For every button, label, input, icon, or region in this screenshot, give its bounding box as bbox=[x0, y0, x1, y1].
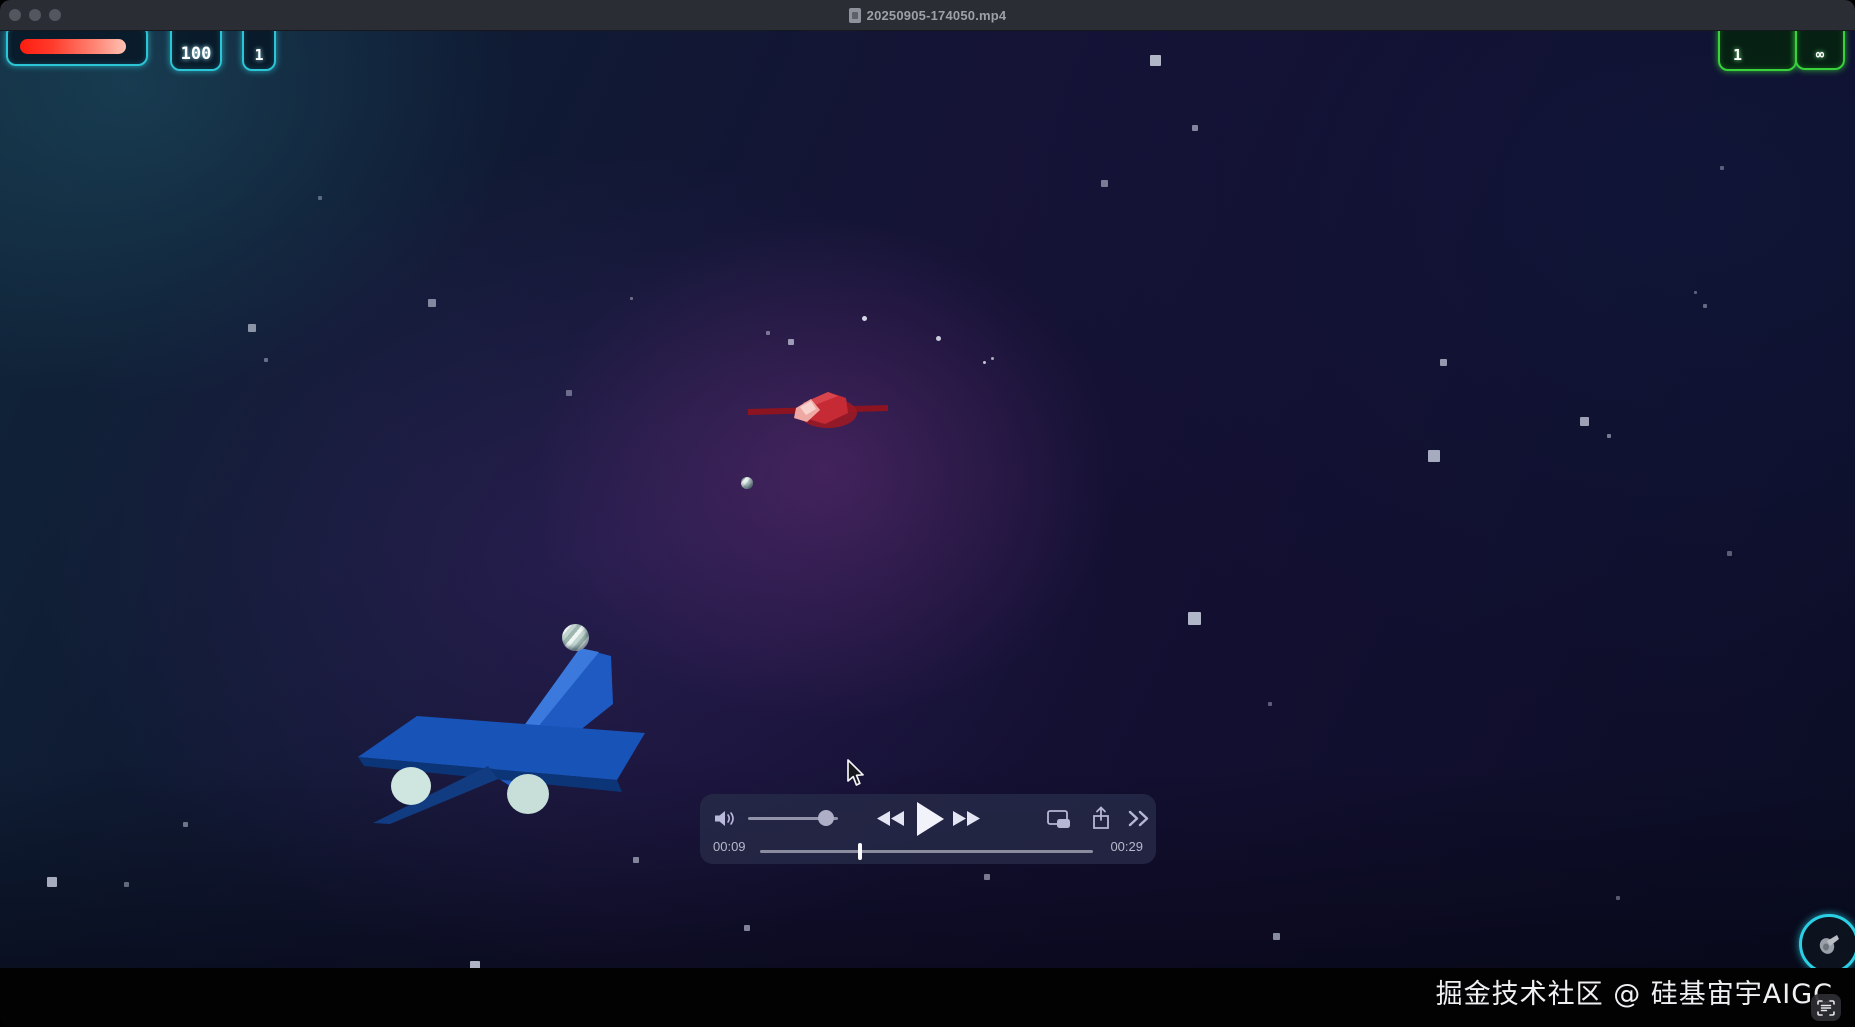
app-window: 20250905-174050.mp4 bbox=[0, 0, 1855, 1027]
striped-ball-small bbox=[741, 477, 753, 489]
playhead[interactable] bbox=[858, 843, 862, 860]
star bbox=[1727, 551, 1732, 556]
volume-slider[interactable] bbox=[748, 817, 838, 820]
enemy-red-plane bbox=[748, 385, 888, 433]
star bbox=[1428, 450, 1440, 462]
seek-bar[interactable] bbox=[760, 850, 1093, 853]
star bbox=[124, 882, 129, 887]
star bbox=[1268, 702, 1272, 706]
star bbox=[983, 361, 986, 364]
rewind-icon[interactable] bbox=[877, 811, 904, 826]
star bbox=[566, 390, 572, 396]
star bbox=[1580, 417, 1589, 426]
star bbox=[1273, 933, 1280, 940]
scan-text-icon bbox=[1817, 1000, 1835, 1016]
star bbox=[1440, 359, 1447, 366]
star bbox=[862, 316, 867, 321]
striped-ball-large bbox=[562, 624, 589, 651]
star bbox=[630, 297, 633, 300]
letterbox-bar: 掘金技术社区 @ 硅基宙宇AIGC bbox=[0, 968, 1855, 1027]
star bbox=[991, 357, 994, 360]
star bbox=[428, 299, 436, 307]
share-icon[interactable] bbox=[1092, 806, 1110, 830]
video-file-icon bbox=[849, 8, 861, 23]
elapsed-time: 00:09 bbox=[713, 839, 746, 854]
player-blue-plane bbox=[348, 616, 683, 831]
minimize-window-button[interactable] bbox=[29, 9, 41, 21]
star bbox=[1703, 304, 1707, 308]
mouse-cursor bbox=[845, 758, 865, 787]
video-canvas[interactable]: 100 1 1 ∞ bbox=[0, 30, 1855, 968]
volume-knob[interactable] bbox=[818, 810, 834, 826]
level-badge: 1 bbox=[242, 30, 276, 71]
star bbox=[248, 324, 256, 332]
star bbox=[183, 822, 188, 827]
star bbox=[470, 961, 480, 968]
volume-icon[interactable] bbox=[715, 810, 739, 827]
health-bar bbox=[6, 30, 148, 66]
star bbox=[47, 877, 57, 887]
duration-time: 00:29 bbox=[1110, 839, 1143, 854]
star bbox=[1192, 125, 1198, 131]
star bbox=[1616, 896, 1620, 900]
live-text-button[interactable] bbox=[1811, 994, 1841, 1021]
close-window-button[interactable] bbox=[9, 9, 21, 21]
floating-tool-button[interactable] bbox=[1799, 914, 1855, 968]
more-icon[interactable] bbox=[1128, 810, 1150, 827]
star bbox=[766, 331, 770, 335]
star bbox=[633, 857, 639, 863]
star bbox=[744, 925, 750, 931]
star bbox=[984, 874, 990, 880]
star bbox=[1150, 55, 1161, 66]
star bbox=[936, 336, 941, 341]
watermark-text: 掘金技术社区 @ 硅基宙宇AIGC bbox=[1436, 972, 1833, 1011]
speaker-orb-icon bbox=[1816, 931, 1842, 957]
fast-forward-icon[interactable] bbox=[953, 811, 980, 826]
zoom-window-button[interactable] bbox=[49, 9, 61, 21]
pip-icon[interactable] bbox=[1047, 810, 1071, 829]
star bbox=[318, 196, 322, 200]
star bbox=[788, 339, 794, 345]
ammo-badge: 100 bbox=[170, 30, 222, 71]
star bbox=[1101, 180, 1108, 187]
play-icon[interactable] bbox=[917, 802, 944, 836]
star bbox=[1607, 434, 1611, 438]
star bbox=[1188, 612, 1201, 625]
star bbox=[264, 358, 268, 362]
lives-badge: 1 bbox=[1718, 30, 1797, 71]
playback-control-bar: 00:09 00:29 bbox=[700, 794, 1156, 864]
star bbox=[1694, 291, 1697, 294]
infinity-badge: ∞ bbox=[1795, 30, 1845, 70]
health-bar-fill bbox=[20, 39, 126, 54]
window-titlebar: 20250905-174050.mp4 bbox=[0, 0, 1855, 31]
star bbox=[1720, 166, 1724, 170]
window-title: 20250905-174050.mp4 bbox=[867, 8, 1007, 23]
